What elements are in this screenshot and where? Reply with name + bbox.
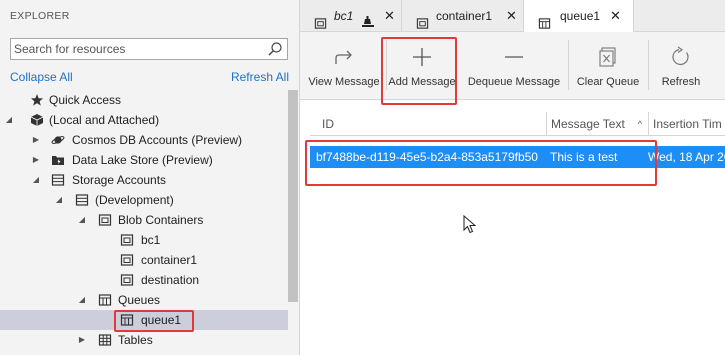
tree-item-label: Storage Accounts — [72, 173, 167, 187]
expanded-arrow-icon[interactable]: ◢ — [31, 170, 41, 190]
tab-bc1[interactable]: bc1 ✕ — [300, 0, 402, 32]
tree-item-destination[interactable]: destination — [0, 270, 288, 290]
search-input[interactable] — [14, 41, 259, 57]
explorer-panel: EXPLORER Collapse All Refresh All Quick … — [0, 0, 300, 355]
plus-icon — [411, 46, 433, 71]
table-icon — [98, 333, 112, 353]
toolbar-divider — [568, 40, 569, 90]
dequeue-message-label: Dequeue Message — [467, 76, 561, 88]
mouse-cursor-icon — [463, 214, 477, 238]
close-icon[interactable]: ✕ — [610, 0, 621, 32]
view-message-button[interactable]: View Message — [304, 32, 384, 98]
queue-toolbar: View Message Add Message Dequeue Message… — [300, 32, 725, 100]
tree-item-queues[interactable]: ◢ Queues — [0, 290, 288, 310]
arrow-right-icon — [333, 46, 355, 71]
expanded-arrow-icon[interactable]: ◢ — [54, 190, 64, 210]
tab-container1[interactable]: container1 ✕ — [402, 0, 524, 32]
expanded-arrow-icon[interactable]: ◢ — [77, 210, 87, 230]
grid-header: ID Message Text ^ Insertion Tim — [310, 112, 725, 136]
tree-item-tables[interactable]: ▶ Tables — [0, 330, 288, 350]
refresh-icon — [670, 46, 692, 71]
tree-item-blob-containers[interactable]: ◢ Blob Containers — [0, 210, 288, 230]
view-message-label: View Message — [308, 76, 380, 88]
dequeue-message-button[interactable]: Dequeue Message — [462, 32, 566, 98]
tab-bar: bc1 ✕ container1 ✕ queue1 ✕ — [300, 0, 725, 33]
tree-item-label: Blob Containers — [118, 213, 204, 227]
table-row[interactable]: bf7488be-d119-45e5-b2a4-853a5179fb50 Thi… — [310, 146, 725, 168]
tree-item-label: (Local and Attached) — [49, 113, 160, 127]
tree-item-label: Cosmos DB Accounts (Preview) — [72, 133, 243, 147]
tree-item-quick-access[interactable]: Quick Access — [0, 90, 288, 110]
tree-item-development[interactable]: ◢ (Development) — [0, 190, 288, 210]
close-icon[interactable]: ✕ — [506, 0, 517, 32]
tree-item-label: container1 — [141, 253, 198, 267]
toolbar-divider — [648, 40, 649, 90]
close-icon[interactable]: ✕ — [384, 0, 395, 32]
clear-queue-label: Clear Queue — [576, 76, 640, 88]
tree-item-local-and-attached[interactable]: ◢ (Local and Attached) — [0, 110, 288, 130]
expanded-arrow-icon[interactable]: ◢ — [77, 290, 87, 310]
tab-queue1[interactable]: queue1 ✕ — [524, 0, 634, 33]
tab-label: container1 — [436, 9, 493, 23]
tree-item-queue1[interactable]: queue1 — [0, 310, 288, 330]
tree-item-storage-accounts[interactable]: ◢ Storage Accounts — [0, 170, 288, 190]
search-icon[interactable] — [267, 41, 283, 60]
cell-insertion-time: Wed, 18 Apr 20 — [648, 150, 725, 164]
column-header-id[interactable]: ID — [318, 112, 546, 136]
tree-item-label: destination — [141, 273, 200, 287]
tree-item-label: Queues — [118, 293, 161, 307]
search-box[interactable] — [10, 38, 288, 60]
expanded-arrow-icon[interactable]: ◢ — [4, 110, 14, 130]
clear-queue-button[interactable]: Clear Queue — [572, 32, 644, 98]
tab-label: bc1 — [334, 9, 354, 23]
cell-message-text: This is a test — [550, 150, 618, 164]
sort-asc-icon[interactable]: ^ — [638, 112, 642, 136]
tree-item-label: Tables — [118, 333, 153, 347]
tree-item-cosmos-db[interactable]: ▶ Cosmos DB Accounts (Preview) — [0, 130, 288, 150]
tree-item-label: bc1 — [141, 233, 161, 247]
tree-item-label: Data Lake Store (Preview) — [72, 153, 213, 167]
refresh-button[interactable]: Refresh — [652, 32, 710, 98]
tree-item-label: Quick Access — [49, 93, 122, 107]
collapse-all-link[interactable]: Collapse All — [10, 70, 73, 84]
clear-queue-icon — [597, 46, 619, 71]
refresh-label: Refresh — [661, 76, 701, 88]
minus-icon — [503, 46, 525, 71]
refresh-all-link[interactable]: Refresh All — [231, 70, 289, 84]
tree-item-label: (Development) — [95, 193, 174, 207]
tree-scroll-thumb[interactable] — [288, 90, 298, 302]
add-message-button[interactable]: Add Message — [386, 32, 458, 98]
tree-item-container1[interactable]: container1 — [0, 250, 288, 270]
collapsed-arrow-icon[interactable]: ▶ — [31, 150, 41, 170]
cell-id: bf7488be-d119-45e5-b2a4-853a5179fb50 — [316, 150, 538, 164]
collapsed-arrow-icon[interactable]: ▶ — [31, 130, 41, 150]
tree-scrollbar[interactable] — [288, 90, 298, 355]
tree-item-bc1[interactable]: bc1 — [0, 230, 288, 250]
column-header-insertion-time[interactable]: Insertion Tim — [648, 112, 725, 136]
tree-item-label: queue1 — [141, 313, 182, 327]
add-message-label: Add Message — [388, 76, 456, 88]
column-header-message-text[interactable]: Message Text ^ — [546, 112, 644, 136]
tree-item-data-lake-store[interactable]: ▶ Data Lake Store (Preview) — [0, 150, 288, 170]
column-header-label: Message Text — [551, 117, 625, 131]
tab-label: queue1 — [560, 9, 601, 23]
collapsed-arrow-icon[interactable]: ▶ — [77, 330, 87, 350]
explorer-title: EXPLORER — [10, 10, 70, 22]
